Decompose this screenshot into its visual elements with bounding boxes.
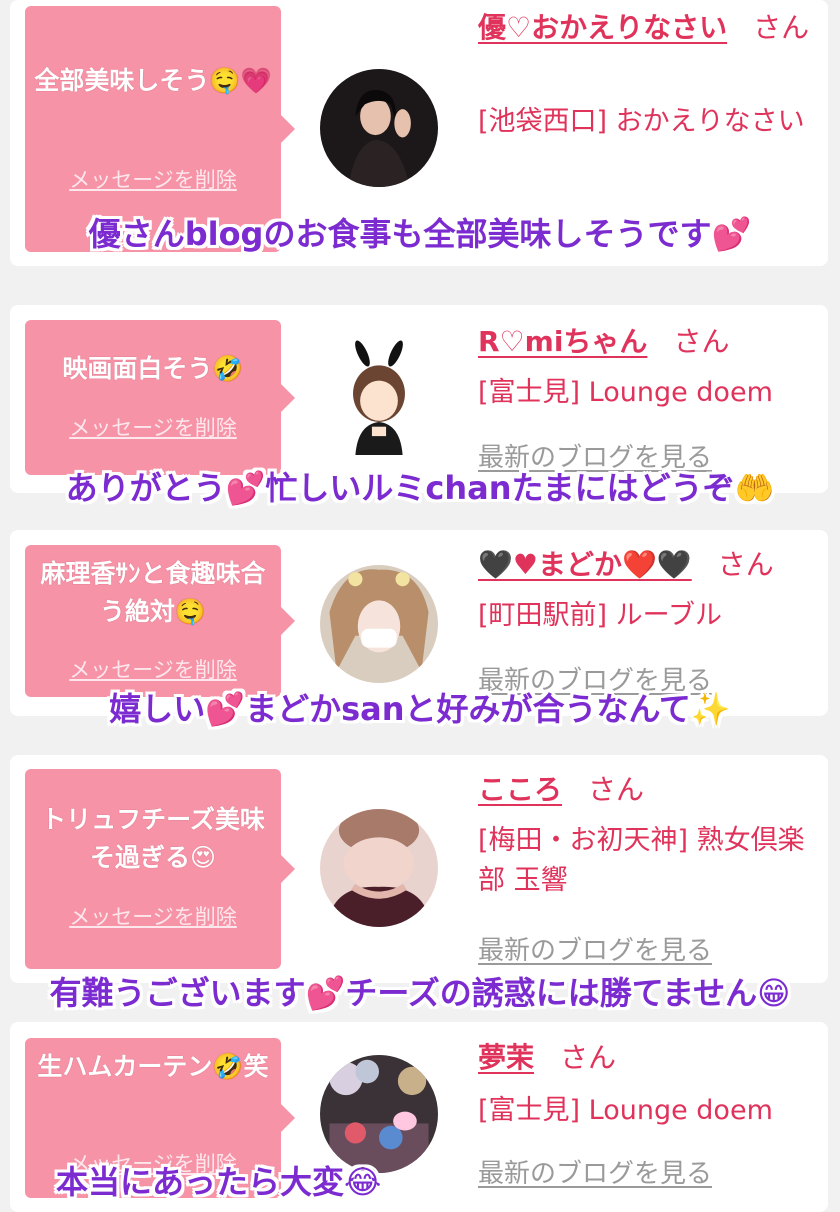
reply-overlay-text: ありがとう💕忙しいルミchanたまにはどうぞ🤲: [65, 469, 775, 507]
latest-blog-link[interactable]: 最新のブログを見る: [478, 1153, 712, 1190]
delete-message-link[interactable]: メッセージを削除: [25, 412, 281, 442]
delete-message-link[interactable]: メッセージを削除: [25, 164, 281, 194]
avatar[interactable]: [320, 809, 438, 927]
honorific: さん: [588, 773, 645, 806]
message-bubble: 麻理香ｻﾝと食趣味合う絶対🤤 メッセージを削除: [25, 545, 295, 697]
user-name-line: R♡miちゃん さん: [478, 322, 729, 362]
delete-message-link[interactable]: メッセージを削除: [25, 654, 281, 684]
avatar[interactable]: [320, 565, 438, 683]
user-name-link[interactable]: 夢茉: [478, 1041, 534, 1074]
user-name-line: こころ さん: [478, 770, 644, 810]
reply-overlay-text: 有難うございます💕チーズの誘惑には勝てません😁: [49, 974, 791, 1012]
reply-overlay-text: 優さんblogのお食事も全部美味しそうです💕: [88, 215, 752, 253]
user-name-line: 夢茉 さん: [478, 1038, 616, 1078]
honorific: さん: [673, 325, 730, 358]
reply-overlay-text: 本当にあったら大変😂: [56, 1163, 382, 1201]
user-name-line: 🖤♥まどか❤️🖤 さん: [478, 545, 774, 585]
shop-label: [梅田・お初天神] 熟女倶楽部 玉響: [478, 825, 805, 896]
honorific: さん: [560, 1041, 617, 1074]
honorific: さん: [717, 548, 774, 581]
message-text: 映画面白そう🤣: [62, 354, 244, 383]
user-name-link[interactable]: 🖤♥まどか❤️🖤: [478, 548, 692, 581]
shop-label: [町田駅前] ルーブル: [478, 600, 723, 631]
avatar[interactable]: [320, 1055, 438, 1173]
message-text: トリュフチーズ美味そ過ぎる😍: [41, 805, 265, 872]
user-name-link[interactable]: 優♡おかえりなさい: [478, 11, 727, 44]
latest-blog-link[interactable]: 最新のブログを見る: [478, 930, 712, 967]
message-text: 全部美味しそう🤤💗: [34, 66, 272, 95]
reply-overlay-text: 嬉しい💕まどかsanと好みが合うなんて✨: [109, 690, 731, 728]
message-text: 生ハムカーテン🤣笑: [37, 1052, 269, 1081]
delete-message-link[interactable]: メッセージを削除: [25, 901, 281, 931]
message-bubble: トリュフチーズ美味そ過ぎる😍 メッセージを削除: [25, 769, 295, 969]
honorific: さん: [753, 11, 810, 44]
shop-label: [池袋西口] おかえりなさい: [478, 106, 805, 137]
user-name-line: 優♡おかえりなさい さん: [478, 8, 809, 48]
message-bubble: 映画面白そう🤣 メッセージを削除: [25, 320, 295, 475]
avatar[interactable]: [320, 69, 438, 187]
message-text: 麻理香ｻﾝと食趣味合う絶対🤤: [40, 559, 266, 626]
shop-label: [富士見] Lounge doem: [478, 377, 773, 408]
user-name-link[interactable]: R♡miちゃん: [478, 325, 647, 358]
shop-label: [富士見] Lounge doem: [478, 1095, 773, 1126]
user-name-link[interactable]: こころ: [478, 773, 562, 806]
avatar[interactable]: [320, 337, 438, 455]
